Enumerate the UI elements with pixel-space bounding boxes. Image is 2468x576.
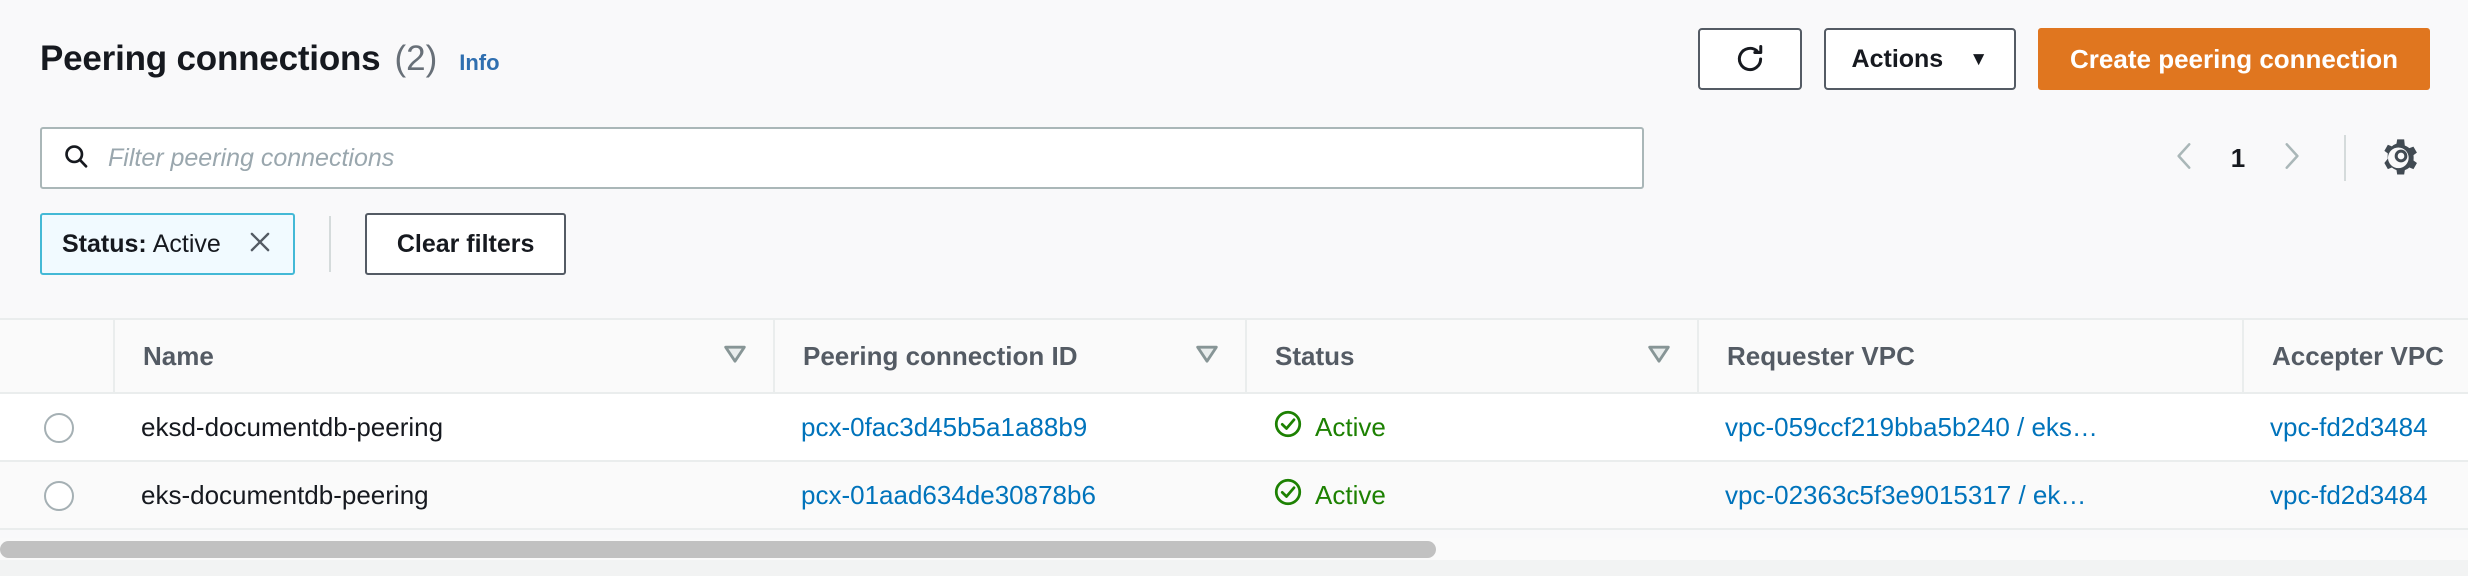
search-box[interactable] xyxy=(40,127,1644,189)
search-input[interactable] xyxy=(108,143,1622,173)
chevron-left-icon xyxy=(2172,139,2198,178)
clear-filters-button[interactable]: Clear filters xyxy=(364,213,567,275)
chevron-down-icon: ▼ xyxy=(1969,48,1989,70)
peering-connections-page: Peering connections (2) Info Actions ▼ C… xyxy=(0,0,2468,576)
refresh-button[interactable] xyxy=(1697,28,1802,90)
horizontal-scrollbar-thumb[interactable] xyxy=(0,541,1436,558)
refresh-icon xyxy=(1733,42,1767,76)
sort-arrow-icon[interactable] xyxy=(1193,339,1221,374)
column-label: Requester VPC xyxy=(1727,340,1915,371)
title-group: Peering connections (2) Info xyxy=(40,39,500,79)
create-peering-connection-button[interactable]: Create peering connection xyxy=(2038,28,2430,90)
table-header: Name Peering connection ID Status Reques… xyxy=(0,318,2468,394)
cell-requester-vpc: vpc-02363c5f3e9015317 / ek… xyxy=(1697,461,2242,530)
column-label: Name xyxy=(143,340,214,371)
peering-connection-id-link[interactable]: pcx-0fac3d45b5a1a88b9 xyxy=(801,412,1087,442)
row-radio-button[interactable] xyxy=(43,481,74,512)
cell-accepter-vpc: vpc-fd2d3484 xyxy=(2242,461,2468,530)
table-body: eksd-documentdb-peering pcx-0fac3d45b5a1… xyxy=(0,393,2468,530)
cell-name: eks-documentdb-peering xyxy=(113,461,773,530)
pagination-page-1[interactable]: 1 xyxy=(2216,143,2260,174)
close-icon xyxy=(247,229,273,260)
actions-dropdown-button[interactable]: Actions ▼ xyxy=(1823,28,2017,90)
requester-vpc-link[interactable]: vpc-059ccf219bba5b240 / eks… xyxy=(1725,412,2098,442)
page-title: Peering connections xyxy=(40,39,381,78)
filter-chip-status[interactable]: Status: Active xyxy=(40,213,295,275)
table-row[interactable]: eksd-documentdb-peering pcx-0fac3d45b5a1… xyxy=(0,393,2468,462)
status-badge: Active xyxy=(1315,479,1386,510)
cell-status: Active xyxy=(1245,393,1697,462)
column-label: Accepter VPC xyxy=(2272,340,2444,371)
peering-connections-table-wrapper: Name Peering connection ID Status Reques… xyxy=(0,318,2468,530)
page-title-count: (2) xyxy=(394,39,438,78)
pagination-next-button[interactable] xyxy=(2260,127,2322,189)
accepter-vpc-link[interactable]: vpc-fd2d3484 xyxy=(2270,412,2428,442)
check-circle-icon xyxy=(1273,409,1303,446)
filter-chip-value: Active xyxy=(152,229,221,258)
active-filters-row: Status: Active Clear filters xyxy=(0,198,2468,290)
pagination-divider xyxy=(2344,135,2346,181)
column-header-name[interactable]: Name xyxy=(113,318,773,394)
requester-vpc-link[interactable]: vpc-02363c5f3e9015317 / ek… xyxy=(1725,480,2086,510)
column-header-select xyxy=(0,318,113,394)
row-select-cell[interactable] xyxy=(0,393,113,462)
table-row[interactable]: eks-documentdb-peering pcx-01aad634de308… xyxy=(0,461,2468,530)
pagination: 1 xyxy=(2154,127,2430,189)
bottom-strip xyxy=(0,560,2468,576)
sort-arrow-icon[interactable] xyxy=(721,339,749,374)
table-settings-button[interactable] xyxy=(2372,129,2430,187)
actions-label: Actions xyxy=(1851,44,1944,73)
column-header-requester-vpc[interactable]: Requester VPC xyxy=(1697,318,2242,394)
row-radio-button[interactable] xyxy=(43,413,74,444)
info-link[interactable]: Info xyxy=(459,50,499,76)
chevron-right-icon xyxy=(2278,139,2304,178)
column-label: Status xyxy=(1275,340,1355,371)
cell-status: Active xyxy=(1245,461,1697,530)
page-header: Peering connections (2) Info Actions ▼ C… xyxy=(0,0,2468,118)
pagination-prev-button[interactable] xyxy=(2154,127,2216,189)
accepter-vpc-link[interactable]: vpc-fd2d3484 xyxy=(2270,480,2428,510)
filter-bar: 1 xyxy=(0,118,2468,198)
column-label: Peering connection ID xyxy=(803,340,1078,371)
row-select-cell[interactable] xyxy=(0,461,113,530)
cell-peering-connection-id: pcx-01aad634de30878b6 xyxy=(773,461,1245,530)
cell-requester-vpc: vpc-059ccf219bba5b240 / eks… xyxy=(1697,393,2242,462)
sort-arrow-icon[interactable] xyxy=(1645,339,1673,374)
search-icon xyxy=(62,142,90,175)
filter-divider xyxy=(328,216,331,272)
check-circle-icon xyxy=(1273,477,1303,514)
gear-icon xyxy=(2381,136,2421,181)
column-header-accepter-vpc[interactable]: Accepter VPC xyxy=(2242,318,2468,394)
header-actions: Actions ▼ Create peering connection xyxy=(1697,28,2430,90)
cell-name: eksd-documentdb-peering xyxy=(113,393,773,462)
cell-peering-connection-id: pcx-0fac3d45b5a1a88b9 xyxy=(773,393,1245,462)
column-header-peering-connection-id[interactable]: Peering connection ID xyxy=(773,318,1245,394)
column-header-status[interactable]: Status xyxy=(1245,318,1697,394)
peering-connection-id-link[interactable]: pcx-01aad634de30878b6 xyxy=(801,480,1096,510)
filter-chip-remove-button[interactable] xyxy=(245,229,275,259)
status-badge: Active xyxy=(1315,411,1386,442)
table-header-row: Name Peering connection ID Status Reques… xyxy=(0,318,2468,394)
peering-connections-table: Name Peering connection ID Status Reques… xyxy=(0,318,2468,530)
cell-accepter-vpc: vpc-fd2d3484 xyxy=(2242,393,2468,462)
filter-chip-label: Status: xyxy=(62,229,147,258)
